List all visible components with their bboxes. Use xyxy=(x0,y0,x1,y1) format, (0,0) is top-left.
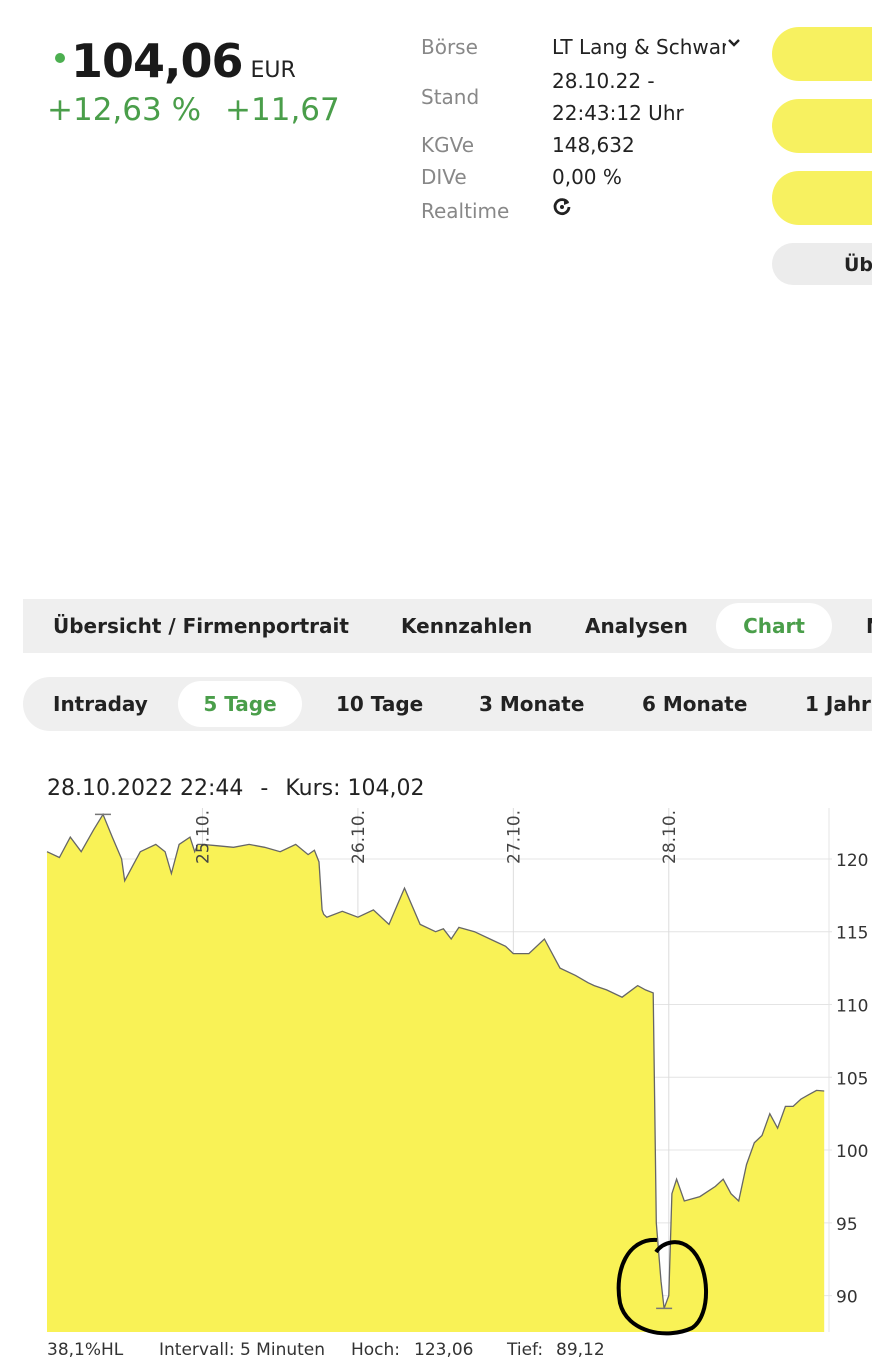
y-tick-label: 105 xyxy=(836,1069,868,1089)
action-button-3[interactable] xyxy=(772,171,872,225)
period-tab-bar: Intraday 5 Tage 10 Tage 3 Monate 6 Monat… xyxy=(23,677,872,731)
interval-info: Intervall: 5 Minuten xyxy=(159,1340,326,1360)
tab-next[interactable]: N xyxy=(866,599,872,653)
change-absolute: +11,67 xyxy=(225,92,340,128)
day-label: 25.10. xyxy=(193,810,213,864)
stand-time: 22:43:12 Uhr xyxy=(552,101,684,125)
tab-10-tage[interactable]: 10 Tage xyxy=(336,677,423,731)
exchange-label: Börse xyxy=(421,35,478,59)
day-label: 28.10. xyxy=(660,810,680,864)
caption-datetime: 28.10.2022 22:44 xyxy=(47,776,244,801)
y-tick-label: 110 xyxy=(836,997,868,1017)
y-tick-label: 115 xyxy=(836,924,868,944)
low-value: 89,12 xyxy=(556,1340,605,1360)
high-value: 123,06 xyxy=(414,1340,474,1360)
tab-chart[interactable]: Chart xyxy=(716,603,832,649)
stand-label: Stand xyxy=(421,85,480,109)
price-change: +12,63 % +11,67 xyxy=(47,92,340,128)
tab-3-monate[interactable]: 3 Monate xyxy=(479,677,584,731)
change-percent: +12,63 % xyxy=(47,92,202,128)
y-axis-labels: 90 95 100 105 110 115 120 xyxy=(836,851,868,1308)
kgv-value: 148,632 xyxy=(552,133,635,157)
tab-5-tage[interactable]: 5 Tage xyxy=(178,681,302,727)
price-display: 104,06 EUR xyxy=(55,34,296,88)
tab-intraday[interactable]: Intraday xyxy=(53,677,148,731)
exchange-value: LT Lang & Schwarz xyxy=(552,35,726,59)
tab-overview[interactable]: Übersicht / Firmenportrait xyxy=(53,599,349,653)
day-label: 27.10. xyxy=(504,810,524,864)
overview-button-label: Üb xyxy=(844,254,872,276)
tab-kennzahlen[interactable]: Kennzahlen xyxy=(401,599,532,653)
caption-separator: - xyxy=(260,776,269,801)
price-area xyxy=(47,814,825,1332)
tab-1-jahr[interactable]: 1 Jahr xyxy=(805,677,871,731)
action-button-2[interactable] xyxy=(772,99,872,153)
high-label: Hoch: xyxy=(351,1340,401,1360)
div-label: DIVe xyxy=(421,165,467,189)
y-tick-label: 90 xyxy=(836,1288,858,1308)
exchange-select[interactable]: LT Lang & Schwarz xyxy=(552,35,726,59)
currency-label: EUR xyxy=(250,58,296,83)
hl-indicator: 38,1%HL xyxy=(47,1340,124,1360)
refresh-icon[interactable] xyxy=(552,197,572,222)
main-tab-bar: Übersicht / Firmenportrait Kennzahlen An… xyxy=(23,599,872,653)
tab-analysen[interactable]: Analysen xyxy=(585,599,688,653)
tab-6-monate[interactable]: 6 Monate xyxy=(642,677,747,731)
y-tick-label: 120 xyxy=(836,851,868,871)
low-label: Tief: xyxy=(507,1340,544,1360)
action-button-1[interactable] xyxy=(772,27,872,81)
caption-price: Kurs: 104,02 xyxy=(285,776,425,801)
chevron-down-icon[interactable] xyxy=(727,34,741,53)
live-indicator-dot xyxy=(55,53,65,63)
y-tick-label: 100 xyxy=(836,1142,868,1162)
price-chart[interactable]: 90 95 100 105 110 115 120 25.10. 26.10. 27.10. 28… xyxy=(0,800,872,1340)
chart-caption: 28.10.2022 22:44 - Kurs: 104,02 xyxy=(47,776,424,801)
div-value: 0,00 % xyxy=(552,165,622,189)
y-tick-label: 95 xyxy=(836,1215,858,1235)
kgv-label: KGVe xyxy=(421,133,475,157)
last-price: 104,06 xyxy=(71,34,244,88)
overview-button[interactable]: Üb xyxy=(772,243,872,285)
realtime-label: Realtime xyxy=(421,199,510,223)
day-label: 26.10. xyxy=(349,810,369,864)
stand-date: 28.10.22 - xyxy=(552,69,655,93)
